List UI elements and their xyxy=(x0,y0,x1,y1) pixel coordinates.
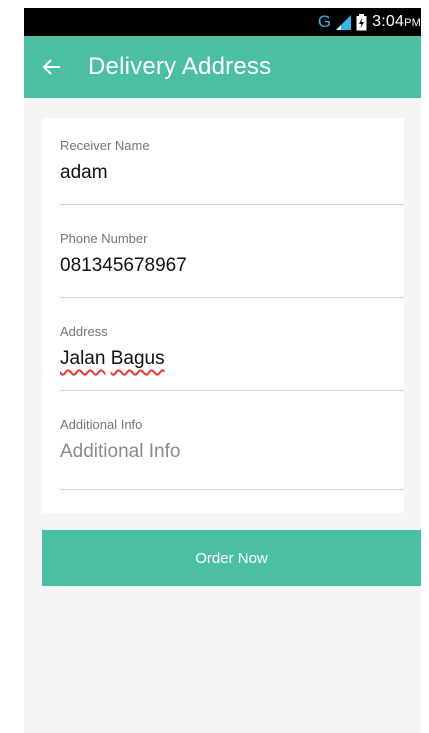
additional-info-underline xyxy=(60,489,404,490)
clock: 3:04PM xyxy=(372,13,421,31)
status-bar: G 3:04PM xyxy=(24,8,421,36)
additional-info-label: Additional Info xyxy=(60,417,143,432)
network-type-label: G xyxy=(317,12,332,31)
clock-time: 3:04 xyxy=(372,13,405,30)
arrow-left-icon[interactable] xyxy=(40,55,64,79)
receiver-name-label: Receiver Name xyxy=(60,138,150,153)
clock-ampm: PM xyxy=(404,17,421,29)
additional-info-input[interactable] xyxy=(60,441,404,463)
order-now-button[interactable]: Order Now xyxy=(42,530,421,586)
address-underline xyxy=(60,390,404,391)
receiver-name-underline xyxy=(60,204,404,205)
phone-screen: G 3:04PM Delivery Address Receiver Name … xyxy=(24,8,421,733)
status-icons: G 3:04PM xyxy=(318,8,421,36)
phone-number-input[interactable] xyxy=(60,255,404,277)
address-word-misspelled: Bagus xyxy=(110,348,165,369)
phone-number-underline xyxy=(60,297,404,298)
battery-icon xyxy=(356,13,367,31)
signal-icon xyxy=(336,14,352,30)
address-input[interactable]: Jalan Bagus xyxy=(60,348,165,370)
address-word-misspelled: Jalan xyxy=(60,348,106,369)
receiver-name-input[interactable] xyxy=(60,162,404,184)
app-bar: Delivery Address xyxy=(24,36,421,98)
page-title: Delivery Address xyxy=(88,53,272,80)
phone-number-label: Phone Number xyxy=(60,231,148,246)
delivery-form-card: Receiver Name Phone Number Address Jalan… xyxy=(42,118,404,513)
address-label: Address xyxy=(60,324,108,339)
